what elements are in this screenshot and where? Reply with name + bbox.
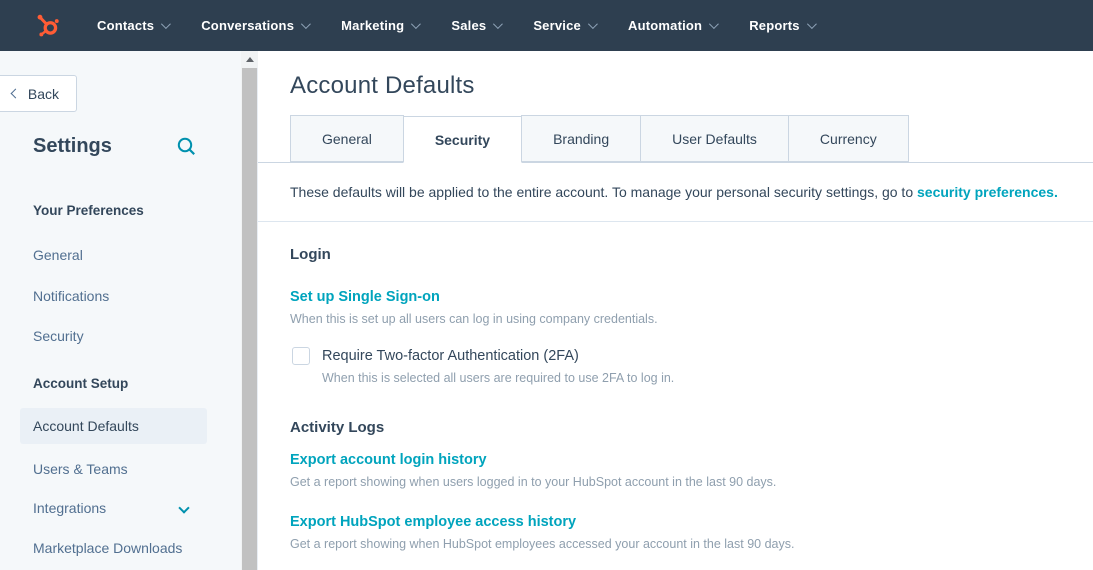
chevron-down-icon bbox=[301, 19, 311, 29]
require-2fa-help-text: When this is selected all users are requ… bbox=[322, 371, 1093, 385]
sidebar-item-account-defaults[interactable]: Account Defaults bbox=[20, 408, 207, 444]
settings-sidebar: Back Settings Your Preferences General N… bbox=[0, 51, 241, 570]
scrollbar-up-button[interactable] bbox=[241, 51, 258, 68]
section-divider bbox=[258, 221, 1093, 222]
hubspot-logo-icon[interactable] bbox=[34, 12, 61, 39]
chevron-down-icon bbox=[411, 19, 421, 29]
search-icon[interactable] bbox=[176, 136, 197, 157]
chevron-down-icon bbox=[588, 19, 598, 29]
sidebar-item-integrations[interactable]: Integrations bbox=[33, 500, 203, 516]
sidebar-item-users-teams[interactable]: Users & Teams bbox=[33, 461, 128, 477]
sso-help-text: When this is set up all users can log in… bbox=[290, 312, 1093, 326]
sidebar-item-security[interactable]: Security bbox=[33, 328, 84, 344]
navbar-menu: Contacts Conversations Marketing Sales S… bbox=[97, 18, 814, 33]
chevron-down-icon bbox=[709, 19, 719, 29]
nav-item-reports[interactable]: Reports bbox=[749, 18, 814, 33]
export-login-history-help: Get a report showing when users logged i… bbox=[290, 475, 1093, 489]
nav-item-sales[interactable]: Sales bbox=[451, 18, 500, 33]
nav-item-label: Reports bbox=[749, 18, 800, 33]
nav-item-label: Contacts bbox=[97, 18, 154, 33]
tab-user-defaults[interactable]: User Defaults bbox=[640, 115, 789, 162]
nav-item-label: Marketing bbox=[341, 18, 404, 33]
require-2fa-row: Require Two-factor Authentication (2FA) bbox=[292, 347, 1093, 365]
require-2fa-label: Require Two-factor Authentication (2FA) bbox=[322, 348, 579, 364]
setup-sso-link[interactable]: Set up Single Sign-on bbox=[290, 289, 440, 305]
nav-item-label: Sales bbox=[451, 18, 486, 33]
main-content: Account Defaults General Security Brandi… bbox=[258, 51, 1093, 570]
sidebar-item-label: Account Defaults bbox=[33, 418, 139, 434]
nav-item-marketing[interactable]: Marketing bbox=[341, 18, 418, 33]
sidebar-section-account-setup: Account Setup bbox=[33, 376, 128, 391]
tab-branding[interactable]: Branding bbox=[521, 115, 641, 162]
scrollbar-thumb[interactable] bbox=[242, 68, 257, 570]
tab-security[interactable]: Security bbox=[403, 116, 522, 163]
page-title: Account Defaults bbox=[290, 72, 1093, 100]
chevron-down-icon bbox=[493, 19, 503, 29]
chevron-down-icon bbox=[807, 19, 817, 29]
tab-bar: General Security Branding User Defaults … bbox=[258, 115, 1093, 163]
nav-item-label: Automation bbox=[628, 18, 702, 33]
tab-general[interactable]: General bbox=[290, 115, 404, 162]
chevron-left-icon bbox=[10, 89, 20, 99]
back-button-label: Back bbox=[28, 86, 59, 102]
top-navbar: Contacts Conversations Marketing Sales S… bbox=[0, 0, 1093, 51]
nav-item-automation[interactable]: Automation bbox=[628, 18, 716, 33]
require-2fa-checkbox[interactable] bbox=[292, 347, 310, 365]
back-button[interactable]: Back bbox=[0, 75, 77, 112]
activity-logs-section-heading: Activity Logs bbox=[290, 419, 1093, 436]
sidebar-title: Settings bbox=[33, 135, 112, 158]
sidebar-item-general[interactable]: General bbox=[33, 247, 83, 263]
login-section-heading: Login bbox=[290, 246, 1093, 263]
sidebar-item-label: Integrations bbox=[33, 500, 106, 516]
nav-item-service[interactable]: Service bbox=[533, 18, 595, 33]
sidebar-scrollbar[interactable] bbox=[241, 51, 258, 570]
export-employee-access-help: Get a report showing when HubSpot employ… bbox=[290, 537, 1093, 551]
sidebar-item-marketplace-downloads[interactable]: Marketplace Downloads bbox=[33, 540, 182, 556]
nav-item-label: Conversations bbox=[201, 18, 294, 33]
security-description: These defaults will be applied to the en… bbox=[290, 183, 1061, 201]
tab-currency[interactable]: Currency bbox=[788, 115, 909, 162]
sidebar-section-your-preferences: Your Preferences bbox=[33, 203, 144, 218]
nav-item-label: Service bbox=[533, 18, 581, 33]
nav-item-contacts[interactable]: Contacts bbox=[97, 18, 168, 33]
description-text: These defaults will be applied to the en… bbox=[290, 184, 917, 200]
export-login-history-link[interactable]: Export account login history bbox=[290, 452, 487, 468]
export-employee-access-link[interactable]: Export HubSpot employee access history bbox=[290, 514, 576, 530]
nav-item-conversations[interactable]: Conversations bbox=[201, 18, 308, 33]
security-preferences-link[interactable]: security preferences. bbox=[917, 184, 1058, 200]
hubspot-settings-app: Contacts Conversations Marketing Sales S… bbox=[0, 0, 1093, 570]
chevron-down-icon bbox=[178, 502, 189, 513]
chevron-down-icon bbox=[161, 19, 171, 29]
arrow-up-icon bbox=[246, 57, 254, 62]
sidebar-item-notifications[interactable]: Notifications bbox=[33, 288, 109, 304]
